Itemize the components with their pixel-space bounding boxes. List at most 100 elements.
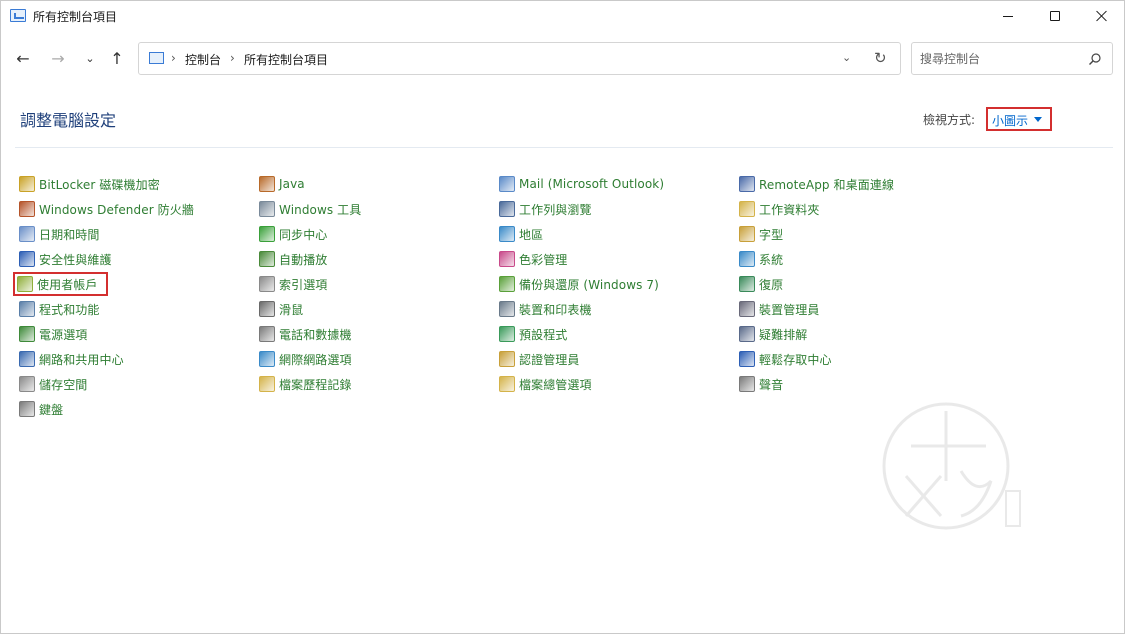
item-default-programs[interactable]: 預設程式 bbox=[499, 324, 567, 344]
item-java[interactable]: Java bbox=[259, 174, 305, 194]
backup-icon bbox=[499, 276, 515, 292]
item-clock[interactable]: 日期和時間 bbox=[19, 224, 100, 244]
item-label: 儲存空間 bbox=[39, 377, 88, 392]
item-label: 檔案總管選項 bbox=[519, 377, 592, 392]
file-history-icon bbox=[259, 376, 275, 392]
recent-locations-button[interactable]: ⌄ bbox=[77, 45, 103, 71]
up-button[interactable]: ↑ bbox=[104, 45, 130, 71]
item-storage[interactable]: 儲存空間 bbox=[19, 374, 87, 394]
mouse-icon bbox=[259, 301, 275, 317]
users-icon bbox=[17, 276, 33, 292]
arrow-left-icon: ← bbox=[16, 48, 30, 68]
close-button[interactable] bbox=[1079, 1, 1125, 31]
item-label: 同步中心 bbox=[279, 227, 328, 242]
view-by-value: 小圖示 bbox=[992, 114, 1029, 128]
item-credential[interactable]: 認證管理員 bbox=[499, 349, 580, 369]
view-by-label: 檢視方式: bbox=[923, 113, 976, 127]
minimize-button[interactable] bbox=[985, 1, 1031, 31]
arrow-right-icon: → bbox=[51, 48, 65, 68]
close-icon bbox=[1096, 10, 1108, 22]
item-mouse[interactable]: 滑鼠 bbox=[259, 299, 303, 319]
item-region[interactable]: 地區 bbox=[499, 224, 543, 244]
item-firewall[interactable]: Windows Defender 防火牆 bbox=[19, 199, 194, 219]
breadcrumb-all-items[interactable]: 所有控制台項目 bbox=[244, 51, 328, 68]
chevron-right-icon: › bbox=[171, 51, 176, 65]
item-ease-of-access[interactable]: 輕鬆存取中心 bbox=[739, 349, 832, 369]
refresh-icon[interactable]: ↻ bbox=[874, 49, 887, 67]
item-label: 字型 bbox=[759, 227, 784, 242]
breadcrumb-control-panel[interactable]: 控制台 bbox=[185, 51, 221, 68]
item-taskbar[interactable]: 工作列與瀏覽 bbox=[499, 199, 592, 219]
item-index[interactable]: 索引選項 bbox=[259, 274, 327, 294]
item-bitlocker[interactable]: BitLocker 磁碟機加密 bbox=[19, 174, 160, 194]
region-icon bbox=[499, 226, 515, 242]
item-work-folders[interactable]: 工作資料夾 bbox=[739, 199, 820, 219]
item-sync[interactable]: 同步中心 bbox=[259, 224, 327, 244]
remoteapp-icon bbox=[739, 176, 755, 192]
item-system[interactable]: 系統 bbox=[739, 249, 783, 269]
taskbar-icon bbox=[499, 201, 515, 217]
item-file-history[interactable]: 檔案歷程記錄 bbox=[259, 374, 352, 394]
item-mail[interactable]: Mail (Microsoft Outlook) bbox=[499, 174, 664, 194]
item-label: 色彩管理 bbox=[519, 252, 568, 267]
item-troubleshoot[interactable]: 疑難排解 bbox=[739, 324, 807, 344]
mail-icon bbox=[499, 176, 515, 192]
network-icon bbox=[19, 351, 35, 367]
folder-options-icon bbox=[499, 376, 515, 392]
item-power[interactable]: 電源選項 bbox=[19, 324, 87, 344]
item-label: 工作資料夾 bbox=[759, 202, 820, 217]
item-label: 地區 bbox=[519, 227, 544, 242]
item-label: Java bbox=[279, 177, 305, 191]
item-label: 檔案歷程記錄 bbox=[279, 377, 352, 392]
item-label: 復原 bbox=[759, 277, 784, 292]
view-by-dropdown[interactable]: 小圖示 bbox=[986, 107, 1052, 131]
item-users[interactable]: 使用者帳戶 bbox=[13, 272, 108, 296]
search-icon[interactable] bbox=[1088, 52, 1102, 66]
search-box[interactable] bbox=[911, 42, 1113, 75]
item-font[interactable]: 字型 bbox=[739, 224, 783, 244]
item-label: 網際網路選項 bbox=[279, 352, 352, 367]
search-input[interactable] bbox=[920, 50, 1080, 68]
autoplay-icon bbox=[259, 251, 275, 267]
item-phone[interactable]: 電話和數據機 bbox=[259, 324, 352, 344]
item-autoplay[interactable]: 自動播放 bbox=[259, 249, 327, 269]
index-icon bbox=[259, 276, 275, 292]
item-folder-options[interactable]: 檔案總管選項 bbox=[499, 374, 592, 394]
storage-icon bbox=[19, 376, 35, 392]
item-label: 裝置管理員 bbox=[759, 302, 820, 317]
item-network[interactable]: 網路和共用中心 bbox=[19, 349, 124, 369]
address-bar[interactable]: › 控制台 › 所有控制台項目 ⌄ ↻ bbox=[138, 42, 901, 75]
item-label: 預設程式 bbox=[519, 327, 568, 342]
device-manager-icon bbox=[739, 301, 755, 317]
internet-icon bbox=[259, 351, 275, 367]
item-label: 備份與還原 (Windows 7) bbox=[519, 277, 659, 292]
back-button[interactable]: ← bbox=[10, 45, 36, 71]
item-label: 自動播放 bbox=[279, 252, 328, 267]
control-panel-icon bbox=[149, 52, 164, 64]
maximize-button[interactable] bbox=[1032, 1, 1078, 31]
item-backup[interactable]: 備份與還原 (Windows 7) bbox=[499, 274, 659, 294]
item-remoteapp[interactable]: RemoteApp 和桌面連線 bbox=[739, 174, 894, 194]
item-printer[interactable]: 裝置和印表機 bbox=[499, 299, 592, 319]
item-label: 聲音 bbox=[759, 377, 784, 392]
control-panel-icon bbox=[10, 9, 26, 22]
address-dropdown-icon[interactable]: ⌄ bbox=[842, 51, 851, 64]
forward-button[interactable]: → bbox=[45, 45, 71, 71]
maximize-icon bbox=[1050, 11, 1060, 21]
item-keyboard[interactable]: 鍵盤 bbox=[19, 399, 63, 419]
title-bar[interactable]: 所有控制台項目 bbox=[1, 1, 1124, 31]
item-label: BitLocker 磁碟機加密 bbox=[39, 177, 160, 192]
flag-icon bbox=[19, 251, 35, 267]
item-flag[interactable]: 安全性與維護 bbox=[19, 249, 112, 269]
item-device-manager[interactable]: 裝置管理員 bbox=[739, 299, 820, 319]
item-sound[interactable]: 聲音 bbox=[739, 374, 783, 394]
item-color[interactable]: 色彩管理 bbox=[499, 249, 567, 269]
item-tools[interactable]: Windows 工具 bbox=[259, 199, 361, 219]
item-label: 程式和功能 bbox=[39, 302, 100, 317]
item-label: 索引選項 bbox=[279, 277, 328, 292]
item-recovery[interactable]: 復原 bbox=[739, 274, 783, 294]
item-programs[interactable]: 程式和功能 bbox=[19, 299, 100, 319]
item-internet[interactable]: 網際網路選項 bbox=[259, 349, 352, 369]
chevron-down-icon: ⌄ bbox=[85, 51, 95, 65]
item-label: Windows Defender 防火牆 bbox=[39, 202, 194, 217]
